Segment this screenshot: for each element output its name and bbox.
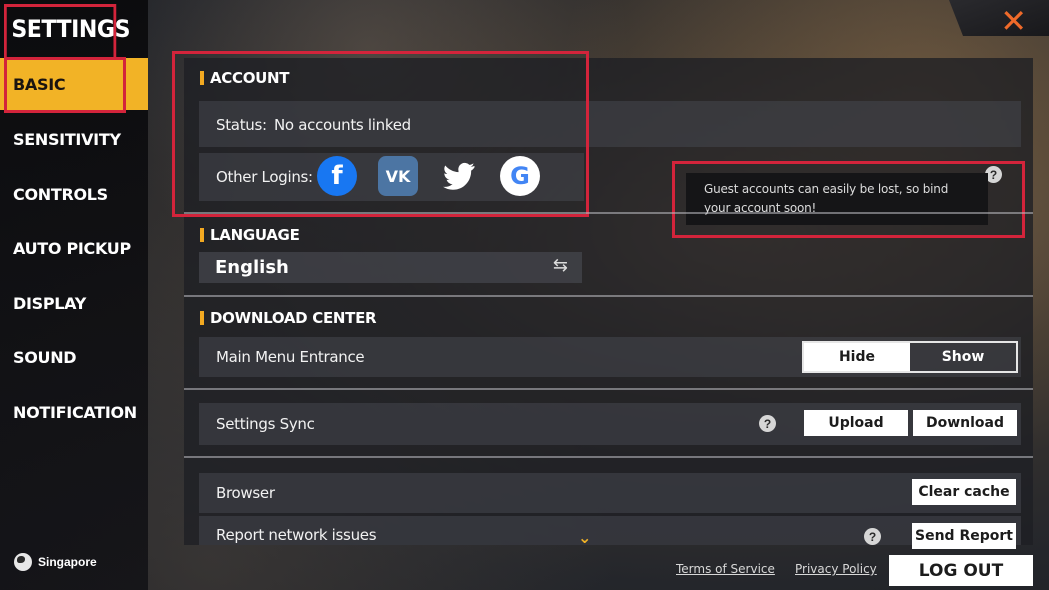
google-icon[interactable]: G	[500, 156, 540, 196]
region-label: Singapore	[38, 555, 97, 569]
logout-button[interactable]: LOG OUT	[889, 555, 1033, 586]
close-area	[949, 0, 1049, 36]
main-menu-entrance-label: Main Menu Entrance	[216, 348, 365, 366]
send-report-button[interactable]: Send Report	[912, 523, 1016, 549]
sidebar: SETTINGS BASIC SENSITIVITY CONTROLS AUTO…	[0, 0, 148, 590]
divider	[184, 456, 1033, 458]
chevron-down-icon[interactable]: ⌄	[578, 528, 591, 548]
settings-sync-label: Settings Sync	[216, 415, 315, 433]
settings-title: SETTINGS	[4, 4, 130, 60]
hide-option[interactable]: Hide	[804, 343, 910, 371]
divider	[184, 212, 1033, 214]
show-option[interactable]: Show	[910, 343, 1016, 371]
language-heading-label: LANGUAGE	[210, 226, 300, 244]
nav-item-sound[interactable]: SOUND	[0, 331, 148, 383]
divider	[184, 295, 1033, 297]
browser-row: Browser	[199, 473, 1021, 513]
status-value: No accounts linked	[274, 116, 411, 134]
region-selector[interactable]: Singapore	[14, 553, 97, 571]
heading-accent-bar	[200, 228, 204, 242]
close-icon[interactable]: ✕	[1000, 2, 1027, 40]
help-icon[interactable]: ?	[864, 528, 881, 545]
clear-cache-button[interactable]: Clear cache	[912, 479, 1016, 505]
globe-icon	[14, 553, 32, 571]
privacy-policy-link[interactable]: Privacy Policy	[795, 562, 877, 576]
account-heading-label: ACCOUNT	[210, 69, 290, 87]
nav-item-controls[interactable]: CONTROLS	[0, 168, 148, 220]
nav-item-sensitivity[interactable]: SENSITIVITY	[0, 113, 148, 165]
report-network-label: Report network issues	[216, 526, 377, 544]
twitter-icon[interactable]	[439, 156, 479, 196]
nav-item-notification[interactable]: NOTIFICATION	[0, 386, 148, 438]
account-heading: ACCOUNT	[200, 69, 290, 87]
heading-accent-bar	[200, 311, 204, 325]
download-center-heading: DOWNLOAD CENTER	[200, 309, 377, 327]
help-icon[interactable]: ?	[759, 415, 776, 432]
tooltip: Guest accounts can easily be lost, so bi…	[686, 173, 988, 225]
status-label: Status:	[216, 116, 267, 134]
browser-label: Browser	[216, 484, 275, 502]
language-value: English	[215, 257, 289, 278]
nav-item-auto-pickup[interactable]: AUTO PICKUP	[0, 222, 148, 274]
account-status-row: Status: No accounts linked	[199, 101, 1021, 147]
swap-icon: ⇆	[552, 255, 568, 275]
download-button[interactable]: Download	[913, 410, 1017, 436]
download-center-heading-label: DOWNLOAD CENTER	[210, 309, 377, 327]
facebook-icon[interactable]: f	[317, 156, 357, 196]
upload-button[interactable]: Upload	[804, 410, 908, 436]
terms-of-service-link[interactable]: Terms of Service	[676, 562, 775, 576]
language-heading: LANGUAGE	[200, 226, 300, 244]
report-row: Report network issues	[199, 516, 1021, 545]
vk-icon[interactable]: VK	[378, 156, 418, 196]
heading-accent-bar	[200, 71, 204, 85]
nav-item-basic[interactable]: BASIC	[0, 58, 148, 110]
language-select[interactable]: English ⇆	[199, 252, 582, 283]
nav-item-display[interactable]: DISPLAY	[0, 277, 148, 329]
other-logins-label: Other Logins:	[216, 168, 313, 186]
divider	[184, 388, 1033, 390]
main-menu-entrance-toggle: Hide Show	[802, 341, 1018, 373]
